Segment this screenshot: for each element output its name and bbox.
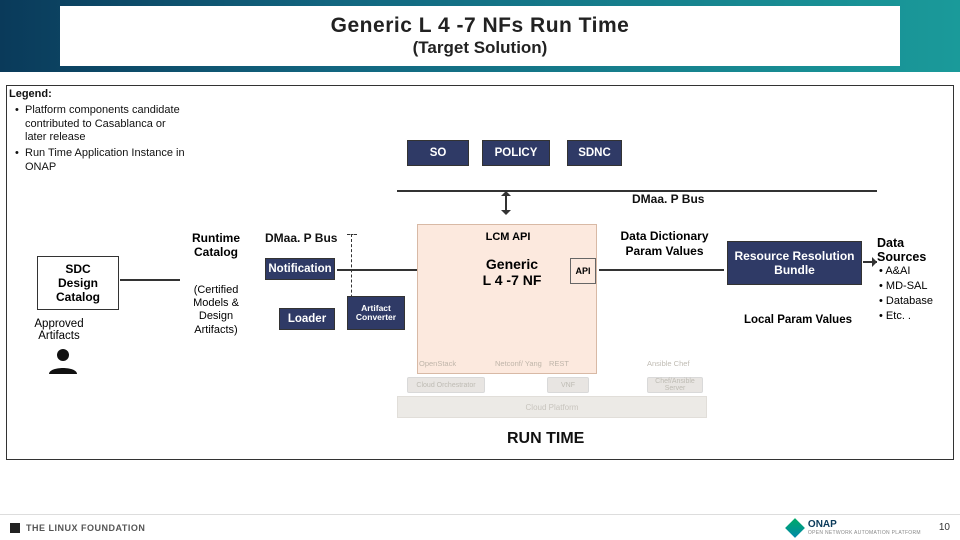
legend-item: Platform components candidate contribute… xyxy=(15,104,189,145)
ghost-openstack-label: OpenStack xyxy=(419,359,456,368)
ghost-cloud-platform: Cloud Platform xyxy=(397,396,707,418)
ghost-chef-server: Chef/Ansible Server xyxy=(647,377,703,393)
data-sources-heading: Data Sources xyxy=(877,236,952,264)
api-tag: API xyxy=(570,258,596,284)
connector xyxy=(599,269,724,271)
lcm-api-label: LCM API xyxy=(473,227,543,247)
connector xyxy=(337,269,417,271)
artifact-converter-box: Artifact Converter xyxy=(347,296,405,330)
local-param-values-label: Local Param Values xyxy=(743,314,853,326)
onap-text: ONAP xyxy=(808,519,921,530)
footer: THE LINUX FOUNDATION ONAP OPEN NETWORK A… xyxy=(0,514,960,540)
policy-box: POLICY xyxy=(482,140,550,166)
ghost-cloud-orchestrator: Cloud Orchestrator xyxy=(407,377,485,393)
ghost-netconf-label: Netconf/ Yang xyxy=(495,359,542,368)
sdc-design-catalog: SDC Design Catalog xyxy=(37,256,119,310)
legend-heading: Legend: xyxy=(9,88,189,102)
dmaap-bus-label: DMaa. P Bus xyxy=(632,192,704,206)
header: Generic L 4 -7 NFs Run Time (Target Solu… xyxy=(60,6,900,66)
dmaap-down-arrow xyxy=(505,192,507,214)
generic-nf-label: Generic L 4 -7 NF xyxy=(467,256,557,288)
user-icon xyxy=(45,348,81,374)
page-number: 10 xyxy=(939,522,950,533)
lf-icon xyxy=(10,523,20,533)
ghost-ansible-label: Ansible Chef xyxy=(647,359,690,368)
connector-arrow xyxy=(863,261,877,263)
data-dictionary-label: Data Dictionary Param Values xyxy=(612,229,717,259)
data-source-item: MD-SAL xyxy=(879,279,933,294)
lf-text: THE LINUX FOUNDATION xyxy=(26,523,145,533)
onap-cube-icon xyxy=(785,518,805,538)
data-source-item: Database xyxy=(879,294,933,309)
linux-foundation-logo: THE LINUX FOUNDATION xyxy=(10,523,145,533)
slide-subtitle: (Target Solution) xyxy=(60,38,900,58)
runtime-catalog-sub: (Certified Models & Design Artifacts) xyxy=(179,284,253,337)
ghost-vnf: VNF xyxy=(547,377,589,393)
so-box: SO xyxy=(407,140,469,166)
runtime-catalog-label: Runtime Catalog xyxy=(179,231,253,259)
ghost-rest-label: REST xyxy=(549,359,569,368)
runtime-section-label: RUN TIME xyxy=(507,430,584,448)
data-source-item: Etc. . xyxy=(879,309,933,324)
sdnc-box: SDNC xyxy=(567,140,622,166)
legend: Legend: Platform components candidate co… xyxy=(9,88,189,177)
dmaap-bus-label-2: DMaa. P Bus xyxy=(265,231,337,245)
header-band: Generic L 4 -7 NFs Run Time (Target Solu… xyxy=(0,0,960,72)
diagram-frame: Legend: Platform components candidate co… xyxy=(6,85,954,460)
slide-title: Generic L 4 -7 NFs Run Time xyxy=(60,14,900,38)
onap-subtext: OPEN NETWORK AUTOMATION PLATFORM xyxy=(808,530,921,536)
data-sources-list: A&AI MD-SAL Database Etc. . xyxy=(879,264,933,323)
notification-box: Notification xyxy=(265,258,335,280)
legend-item: Run Time Application Instance in ONAP xyxy=(15,147,189,175)
loader-box: Loader xyxy=(279,308,335,330)
connector xyxy=(120,279,180,281)
resource-resolution-bundle: Resource Resolution Bundle xyxy=(727,241,862,285)
data-source-item: A&AI xyxy=(879,264,933,279)
onap-logo: ONAP OPEN NETWORK AUTOMATION PLATFORM 10 xyxy=(788,519,950,536)
approved-artifacts-label: Approved Artifacts xyxy=(23,318,95,342)
